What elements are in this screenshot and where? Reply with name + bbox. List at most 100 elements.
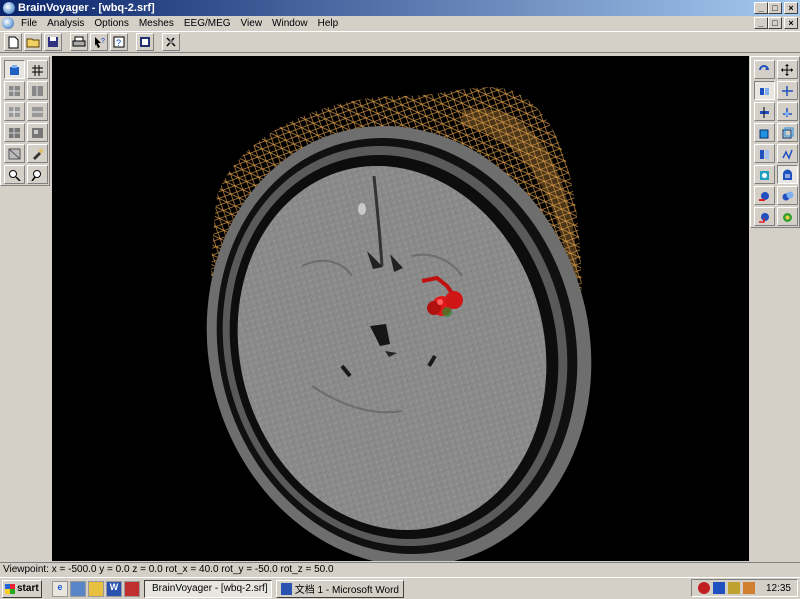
- context-help-icon: ?: [113, 36, 125, 48]
- save-button[interactable]: [44, 33, 62, 51]
- slice-button[interactable]: [754, 102, 775, 121]
- head-mesh-icon: [783, 169, 792, 180]
- layout-2-button[interactable]: [27, 81, 48, 100]
- task-brainvoyager[interactable]: BrainVoyager - [wbq-2.srf]: [144, 579, 272, 598]
- frame-button[interactable]: [754, 144, 775, 163]
- rotate-icon: [759, 64, 769, 70]
- word-task-icon: [281, 582, 292, 595]
- desktop-quicklaunch-icon[interactable]: [70, 580, 86, 597]
- new-button[interactable]: [4, 33, 22, 51]
- new-icon: [8, 36, 19, 48]
- menu-analysis[interactable]: Analysis: [43, 18, 90, 29]
- main-toolbar: ? ?: [0, 31, 800, 53]
- doc-restore-button[interactable]: □: [768, 17, 782, 29]
- menu-view[interactable]: View: [237, 18, 269, 29]
- volume-tray-icon[interactable]: [727, 582, 740, 594]
- select-tool-icon: [10, 64, 19, 75]
- layout-5-icon: [9, 127, 20, 138]
- clock: 12:35: [765, 582, 791, 594]
- layout-1-icon: [9, 85, 20, 96]
- minimize-button[interactable]: _: [754, 2, 768, 14]
- cube-wire-button[interactable]: [777, 123, 798, 142]
- layout-6-button[interactable]: [27, 123, 48, 142]
- window-title: BrainVoyager - [wbq-2.srf]: [18, 2, 155, 14]
- zoom-in-button[interactable]: [4, 165, 25, 184]
- start-label: start: [17, 583, 39, 594]
- layout-4-icon: [32, 106, 43, 117]
- help-arrow-icon: ?: [95, 37, 105, 48]
- frame-icon: [760, 149, 769, 159]
- head-button[interactable]: [754, 165, 775, 184]
- context-help-button[interactable]: ?: [110, 33, 128, 51]
- mesh-tool-button[interactable]: [4, 144, 25, 163]
- head-rotate-icon: [782, 191, 794, 200]
- axis-icon: [783, 107, 792, 117]
- grid-button[interactable]: [27, 60, 48, 79]
- head-side-button[interactable]: [754, 186, 775, 205]
- rotate-button[interactable]: [754, 60, 775, 79]
- flip-icon: [760, 87, 769, 95]
- network-tray-icon[interactable]: [712, 582, 725, 594]
- antivirus-tray-icon[interactable]: [742, 582, 755, 594]
- outlook-quicklaunch-icon[interactable]: [88, 580, 104, 597]
- export-button[interactable]: [136, 33, 154, 51]
- flip-button[interactable]: [754, 81, 775, 100]
- move-button[interactable]: [777, 60, 798, 79]
- layout-4-button[interactable]: [27, 102, 48, 121]
- task-word[interactable]: 文档 1 - Microsoft Word: [276, 579, 404, 598]
- menu-file[interactable]: File: [17, 18, 43, 29]
- menu-options[interactable]: Options: [90, 18, 134, 29]
- right-tool-palette: [750, 56, 800, 228]
- layout-1-button[interactable]: [4, 81, 25, 100]
- head-icon: [760, 170, 769, 180]
- slice-icon: [760, 106, 769, 118]
- ie-quicklaunch-icon[interactable]: e: [52, 580, 68, 597]
- zoom-out-icon: [31, 169, 41, 181]
- left-tool-palette: [0, 56, 50, 186]
- mesh-tool-icon: [8, 148, 21, 159]
- head-rotate-button[interactable]: [777, 186, 798, 205]
- brain-render: [206, 87, 592, 561]
- head-alt-button[interactable]: [777, 207, 798, 226]
- doc-minimize-button[interactable]: _: [754, 17, 768, 29]
- menu-meshes[interactable]: Meshes: [135, 18, 180, 29]
- help-arrow-button[interactable]: ?: [90, 33, 108, 51]
- print-button[interactable]: [70, 33, 88, 51]
- cube-button[interactable]: [754, 123, 775, 142]
- settings-button[interactable]: [162, 33, 180, 51]
- menu-window[interactable]: Window: [268, 18, 314, 29]
- axis-button[interactable]: [777, 102, 798, 121]
- contour-button[interactable]: [777, 144, 798, 163]
- select-tool-button[interactable]: [4, 60, 25, 79]
- brush-button[interactable]: [27, 144, 48, 163]
- title-bar: BrainVoyager - [wbq-2.srf] _ □ ×: [0, 0, 800, 16]
- save-icon: [48, 37, 58, 47]
- render-viewport[interactable]: [52, 56, 749, 561]
- doc-close-button[interactable]: ×: [784, 17, 798, 29]
- word-quicklaunch-icon[interactable]: W: [106, 580, 122, 597]
- start-button[interactable]: start: [2, 579, 42, 598]
- close-button[interactable]: ×: [784, 2, 798, 14]
- system-tray: 12:35: [690, 579, 798, 597]
- menu-eeg-meg[interactable]: EEG/MEG: [180, 18, 237, 29]
- media-quicklaunch-icon[interactable]: [124, 580, 140, 597]
- pan-button[interactable]: [777, 81, 798, 100]
- maximize-button[interactable]: □: [768, 2, 782, 14]
- viewpoint-status: Viewpoint: x = -500.0 y = 0.0 z = 0.0 ro…: [3, 564, 334, 575]
- layout-5-button[interactable]: [4, 123, 25, 142]
- layout-2-icon: [32, 85, 43, 96]
- security-tray-icon[interactable]: [697, 582, 710, 594]
- head-mesh-button[interactable]: [777, 165, 798, 184]
- open-button[interactable]: [24, 33, 42, 51]
- brainvoyager-app-icon[interactable]: [3, 2, 15, 14]
- document-system-icon[interactable]: [2, 17, 14, 29]
- head-color-button[interactable]: [754, 207, 775, 226]
- svg-text:?: ?: [116, 38, 121, 48]
- zoom-in-icon: [9, 169, 21, 181]
- open-folder-icon: [26, 38, 40, 48]
- layout-3-button[interactable]: [4, 102, 25, 121]
- menu-help[interactable]: Help: [314, 18, 345, 29]
- zoom-out-button[interactable]: [27, 165, 48, 184]
- quick-launch: e W: [52, 580, 140, 597]
- brush-icon: [33, 148, 43, 160]
